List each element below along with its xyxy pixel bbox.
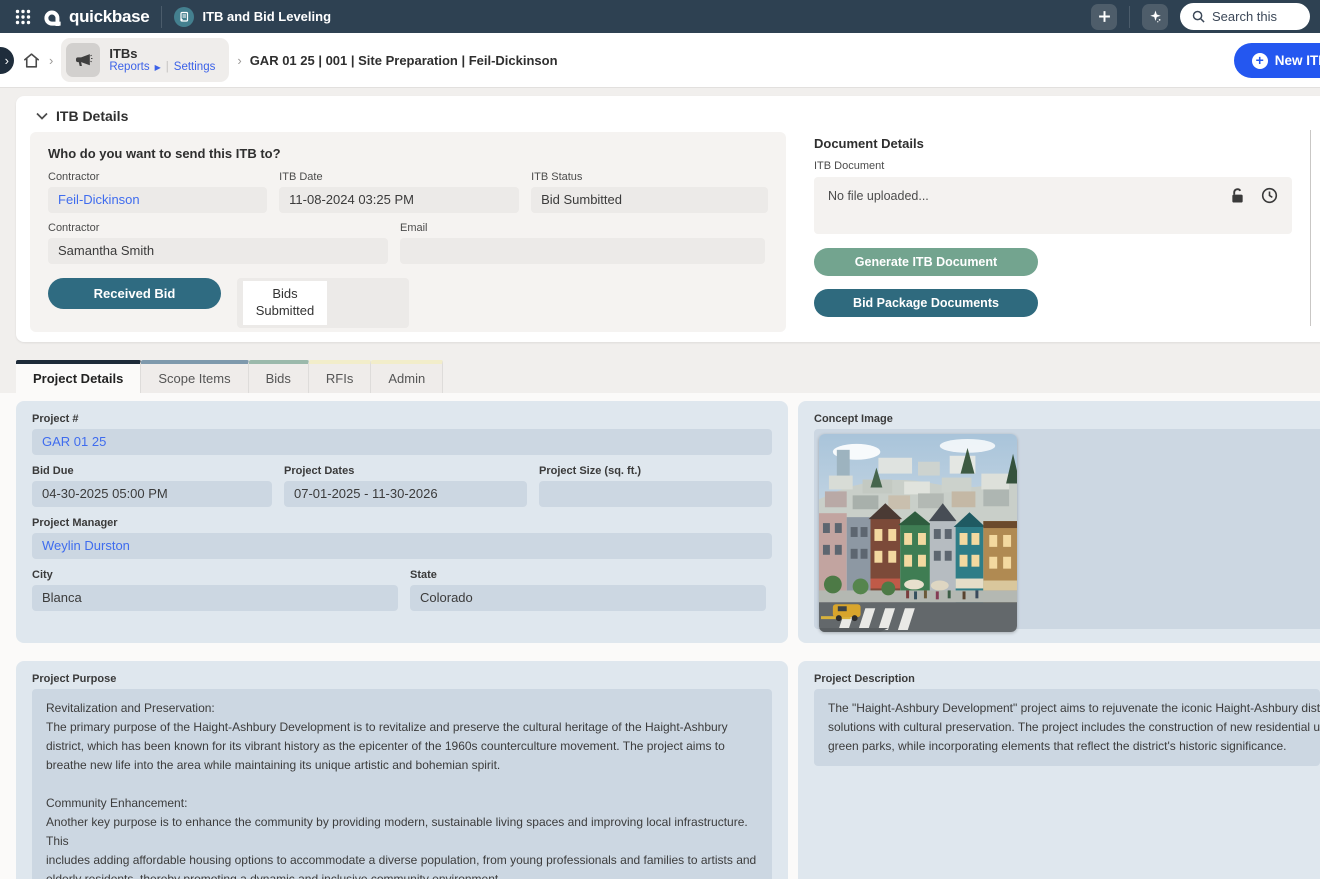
field-project-size: Project Size (sq. ft.) — [539, 465, 772, 507]
home-icon[interactable] — [22, 51, 41, 70]
state-value: Colorado — [410, 585, 766, 611]
field-state: State Colorado — [410, 569, 766, 611]
tab-content: Project # GAR 01 25 Bid Due 04-30-2025 0… — [0, 393, 1320, 879]
pill-link-divider: | — [166, 61, 169, 74]
concept-image-field — [814, 429, 1320, 629]
brand-text: quickbase — [69, 7, 149, 27]
breadcrumb-table-pill[interactable]: ITBs Reports ▶ | Settings — [61, 38, 229, 82]
app-home-link[interactable]: ITB and Bid Leveling — [174, 7, 331, 27]
send-itb-panel: Who do you want to send this ITB to? Con… — [30, 132, 786, 332]
email-value — [400, 238, 765, 264]
reports-link[interactable]: Reports — [109, 61, 149, 74]
field-city: City Blanca — [32, 569, 398, 611]
itb-status-value: Bid Sumbitted — [531, 187, 768, 213]
sidebar-expand-button[interactable]: › — [0, 47, 14, 74]
field-contractor: Contractor Feil-Dickinson — [48, 171, 267, 213]
concept-image[interactable] — [819, 434, 1017, 632]
field-project-manager: Project Manager Weylin Durston — [32, 517, 772, 559]
concept-image-label: Concept Image — [814, 413, 1318, 425]
contact-value: Samantha Smith — [48, 238, 388, 264]
no-file-text: No file uploaded... — [828, 189, 929, 203]
breadcrumb: › › ITBs Reports ▶ | Settings › GAR 01 2… — [0, 33, 1320, 88]
project-description-label: Project Description — [814, 673, 1318, 685]
field-itb-status: ITB Status Bid Sumbitted — [531, 171, 768, 213]
search-input[interactable]: Search this — [1180, 3, 1310, 30]
new-itb-button[interactable]: + New ITB — [1234, 43, 1320, 78]
search-placeholder: Search this — [1212, 9, 1277, 24]
tab-admin[interactable]: Admin — [371, 360, 443, 393]
project-dates-value: 07-01-2025 - 11-30-2026 — [284, 481, 527, 507]
city-value: Blanca — [32, 585, 398, 611]
bids-submitted-field: Bids Submitted — [237, 278, 409, 328]
app-name: ITB and Bid Leveling — [202, 9, 331, 24]
field-email: Email — [400, 222, 765, 264]
navbar-divider — [161, 6, 162, 28]
history-clock-icon[interactable] — [1261, 187, 1278, 204]
settings-link[interactable]: Settings — [174, 61, 216, 74]
global-add-button[interactable] — [1091, 4, 1117, 30]
bid-due-value: 04-30-2025 05:00 PM — [32, 481, 272, 507]
chevron-right-icon: › — [49, 53, 53, 68]
megaphone-icon — [66, 43, 100, 77]
project-purpose-label: Project Purpose — [32, 673, 772, 685]
collapse-chevron-icon[interactable] — [36, 112, 48, 120]
project-manager-link[interactable]: Weylin Durston — [32, 533, 772, 559]
navbar-divider-2 — [1129, 6, 1130, 28]
document-details-title: Document Details — [814, 136, 1294, 151]
section-title: ITB Details — [56, 108, 128, 124]
field-contact: Contractor Samantha Smith — [48, 222, 388, 264]
record-tabs: Project Details Scope Items Bids RFIs Ad… — [16, 360, 1320, 393]
itb-document-field: No file uploaded... — [814, 177, 1292, 234]
tab-project-details[interactable]: Project Details — [16, 360, 141, 393]
project-purpose-text: Revitalization and Preservation: The pri… — [32, 689, 772, 879]
concept-image-panel: Concept Image — [798, 401, 1320, 643]
bids-submitted-value: Bids Submitted — [243, 281, 327, 325]
bid-package-documents-button[interactable]: Bid Package Documents — [814, 289, 1038, 317]
quickbase-logo[interactable]: quickbase — [44, 7, 149, 27]
breadcrumb-table-name: ITBs — [109, 46, 215, 61]
top-navbar: quickbase ITB and Bid Leveling Search th… — [0, 0, 1320, 33]
card-vertical-divider — [1310, 130, 1311, 326]
field-bid-due: Bid Due 04-30-2025 05:00 PM — [32, 465, 272, 507]
quickbase-logo-icon — [44, 7, 63, 26]
itb-date-value: 11-08-2024 03:25 PM — [279, 187, 519, 213]
received-bid-button[interactable]: Received Bid — [48, 278, 221, 309]
field-project-number: Project # GAR 01 25 — [32, 413, 772, 455]
app-grid-icon[interactable] — [10, 4, 36, 30]
project-purpose-panel: Project Purpose Revitalization and Prese… — [16, 661, 788, 879]
ai-sparkle-button[interactable] — [1142, 4, 1168, 30]
field-itb-date: ITB Date 11-08-2024 03:25 PM — [279, 171, 519, 213]
search-icon — [1192, 10, 1205, 23]
contractor-link[interactable]: Feil-Dickinson — [48, 187, 267, 213]
tab-rfis[interactable]: RFIs — [309, 360, 371, 393]
chevron-right-icon-2: › — [237, 53, 241, 68]
itb-document-label: ITB Document — [814, 160, 1294, 172]
unlock-icon[interactable] — [1230, 187, 1245, 204]
tab-bids[interactable]: Bids — [249, 360, 309, 393]
app-icon — [174, 7, 194, 27]
project-info-panel: Project # GAR 01 25 Bid Due 04-30-2025 0… — [16, 401, 788, 643]
tab-scope-items[interactable]: Scope Items — [141, 360, 248, 393]
itb-details-card: ITB Details Who do you want to send this… — [16, 96, 1320, 342]
plus-icon: + — [1252, 53, 1268, 69]
project-description-text: The "Haight-Ashbury Development" project… — [814, 689, 1320, 766]
document-details-panel: Document Details ITB Document No file up… — [814, 132, 1294, 332]
generate-itb-document-button[interactable]: Generate ITB Document — [814, 248, 1038, 276]
project-description-panel: Project Description The "Haight-Ashbury … — [798, 661, 1320, 879]
record-title: GAR 01 25 | 001 | Site Preparation | Fei… — [250, 53, 558, 68]
project-number-link[interactable]: GAR 01 25 — [32, 429, 772, 455]
reports-caret-icon: ▶ — [155, 61, 161, 74]
field-project-dates: Project Dates 07-01-2025 - 11-30-2026 — [284, 465, 527, 507]
project-size-value — [539, 481, 772, 507]
send-question: Who do you want to send this ITB to? — [48, 146, 768, 161]
